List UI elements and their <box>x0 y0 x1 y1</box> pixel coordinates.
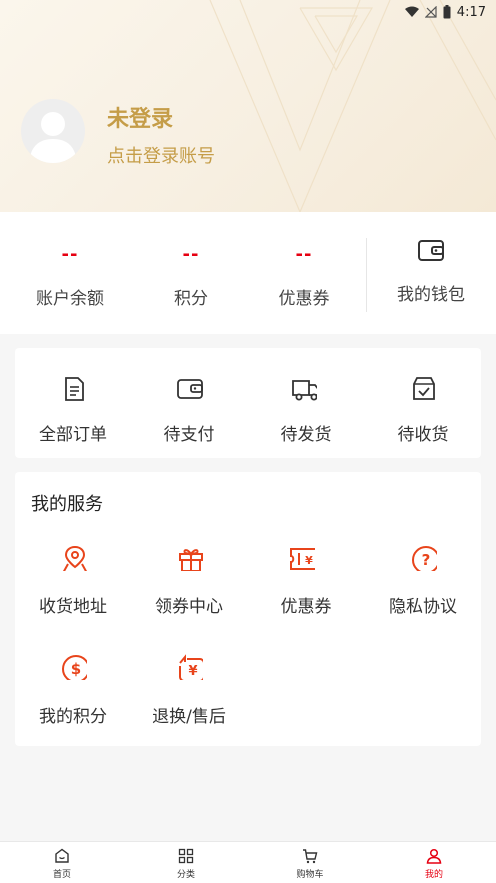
tab-home[interactable]: 首页 <box>0 842 124 883</box>
pending-receipt-button[interactable]: 待收货 <box>365 348 481 458</box>
coupons-service-label: 优惠券 <box>280 597 332 617</box>
svg-text:$: $ <box>71 660 81 678</box>
privacy-button[interactable]: ? 隐私协议 <box>365 472 481 617</box>
dollar-coin-icon: $ <box>62 655 87 680</box>
address-label: 收货地址 <box>39 597 107 617</box>
coupons-value: -- <box>295 244 313 265</box>
header-decoration <box>209 0 496 212</box>
svg-text:¥: ¥ <box>188 664 197 679</box>
all-orders-button[interactable]: 全部订单 <box>15 348 131 458</box>
balance-value: -- <box>61 244 79 265</box>
profile-header: 4:17 未登录 点击登录账号 <box>0 0 496 212</box>
wallet-icon <box>418 240 444 261</box>
assets-panel: -- 账户余额 -- 积分 -- 优惠券 我的钱包 <box>0 212 496 334</box>
battery-icon <box>443 5 451 19</box>
balance-item[interactable]: -- 账户余额 <box>14 212 126 334</box>
my-points-button[interactable]: $ 我的积分 <box>15 472 131 727</box>
tab-category[interactable]: 分类 <box>124 842 248 883</box>
document-icon <box>65 377 84 401</box>
divider <box>366 238 367 312</box>
my-points-label: 我的积分 <box>39 707 107 727</box>
refund-icon: ¥ <box>179 654 203 680</box>
truck-icon <box>292 380 317 401</box>
grid-icon <box>178 848 194 864</box>
coupons-item[interactable]: -- 优惠券 <box>248 212 360 334</box>
points-label: 积分 <box>174 289 208 309</box>
privacy-label: 隐私协议 <box>389 597 457 617</box>
coupons-service-button[interactable]: ¥ 优惠券 <box>248 472 364 617</box>
coupon-icon: ¥ <box>290 548 315 570</box>
wifi-icon <box>404 6 419 17</box>
login-link[interactable]: 点击登录账号 <box>107 142 215 168</box>
tab-mine-label: 我的 <box>424 870 443 880</box>
wallet-icon <box>177 379 203 399</box>
all-orders-label: 全部订单 <box>39 425 107 445</box>
home-icon <box>55 848 69 863</box>
coupon-center-label: 领券中心 <box>155 597 223 617</box>
tab-cart-label: 购物车 <box>296 870 324 880</box>
tab-home-label: 首页 <box>52 870 71 880</box>
pending-receipt-label: 待收货 <box>397 425 449 445</box>
services-card: 我的服务 收货地址 领券中心 ¥ 优惠券 ? 隐私协议 $ 我的积分 ¥ 退换/… <box>15 472 481 746</box>
pending-shipment-button[interactable]: 待发货 <box>248 348 364 458</box>
points-item[interactable]: -- 积分 <box>135 212 247 334</box>
points-value: -- <box>182 244 200 265</box>
tab-mine[interactable]: 我的 <box>372 842 496 883</box>
pending-payment-label: 待支付 <box>163 425 215 445</box>
balance-label: 账户余额 <box>36 289 104 309</box>
question-icon: ? <box>412 546 437 571</box>
coupons-label: 优惠券 <box>278 289 330 309</box>
my-wallet-button[interactable]: 我的钱包 <box>380 212 482 334</box>
user-icon <box>426 848 442 864</box>
wallet-label: 我的钱包 <box>397 285 465 305</box>
login-status[interactable]: 未登录 <box>107 101 173 133</box>
bottom-tab-bar: 首页 分类 购物车 我的 <box>0 841 496 883</box>
svg-text:¥: ¥ <box>305 554 313 567</box>
no-signal-icon <box>424 6 437 18</box>
refund-button[interactable]: ¥ 退换/售后 <box>131 472 247 727</box>
svg-text:?: ? <box>422 551 431 569</box>
pending-shipment-label: 待发货 <box>280 425 332 445</box>
refund-label: 退换/售后 <box>152 707 226 727</box>
avatar[interactable] <box>21 99 85 163</box>
default-avatar-icon <box>29 112 77 163</box>
orders-card: 全部订单 待支付 待发货 待收货 <box>15 348 481 458</box>
package-check-icon <box>413 377 435 400</box>
status-bar: 4:17 <box>404 2 486 22</box>
status-time: 4:17 <box>456 4 486 20</box>
tab-cart[interactable]: 购物车 <box>248 842 372 883</box>
tab-category-label: 分类 <box>176 870 195 880</box>
cart-icon <box>303 849 318 864</box>
pending-payment-button[interactable]: 待支付 <box>131 348 247 458</box>
